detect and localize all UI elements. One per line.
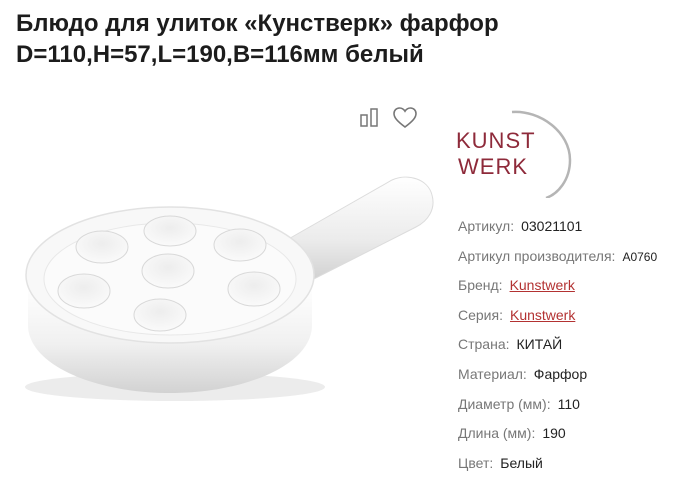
brand-logo: KUNST WERK — [452, 108, 577, 200]
spec-row-series: Серия: Kunstwerk — [458, 307, 697, 337]
product-title: Блюдо для улиток «Кунстверк» фарфор D=11… — [16, 10, 499, 68]
series-link[interactable]: Kunstwerk — [510, 307, 575, 323]
spec-row-color: Цвет: Белый — [458, 455, 697, 484]
spec-value: 110 — [557, 395, 580, 412]
spec-label: Страна: — [458, 336, 510, 353]
svg-text:WERK: WERK — [458, 154, 528, 179]
spec-value: 190 — [542, 425, 566, 442]
spec-value: КИТАЙ — [516, 336, 563, 353]
product-specs: Артикул: 03021101 Артикул производителя:… — [458, 218, 697, 484]
spec-row-material: Материал: Фарфор — [458, 366, 697, 396]
spec-row-brand: Бренд: Kunstwerk — [458, 277, 697, 307]
spec-label: Цвет: — [458, 454, 494, 471]
spec-value: 03021101 — [521, 218, 583, 234]
spec-value: Фарфор — [533, 365, 588, 382]
heart-icon[interactable] — [392, 106, 418, 135]
spec-value: Белый — [500, 454, 543, 471]
spec-label: Бренд: — [458, 277, 503, 294]
spec-row-country: Страна: КИТАЙ — [458, 336, 697, 366]
brand-link[interactable]: Kunstwerk — [510, 277, 575, 293]
spec-value: A0760 — [622, 249, 658, 264]
product-image[interactable] — [10, 175, 440, 405]
spec-row-length: Длина (мм): 190 — [458, 425, 697, 455]
spec-label: Артикул: — [458, 218, 515, 234]
spec-label: Серия: — [458, 306, 503, 323]
spec-row-article: Артикул: 03021101 — [458, 218, 697, 248]
spec-row-manufacturer-article: Артикул производителя: A0760 — [458, 248, 697, 278]
compare-icon[interactable] — [358, 106, 382, 135]
spec-label: Диаметр (мм): — [458, 395, 551, 412]
spec-label: Артикул производителя: — [458, 247, 616, 264]
spec-row-diameter: Диаметр (мм): 110 — [458, 396, 697, 426]
spec-label: Длина (мм): — [458, 425, 536, 442]
spec-label: Материал: — [458, 365, 527, 382]
product-actions — [358, 106, 418, 135]
svg-text:KUNST: KUNST — [456, 128, 536, 153]
